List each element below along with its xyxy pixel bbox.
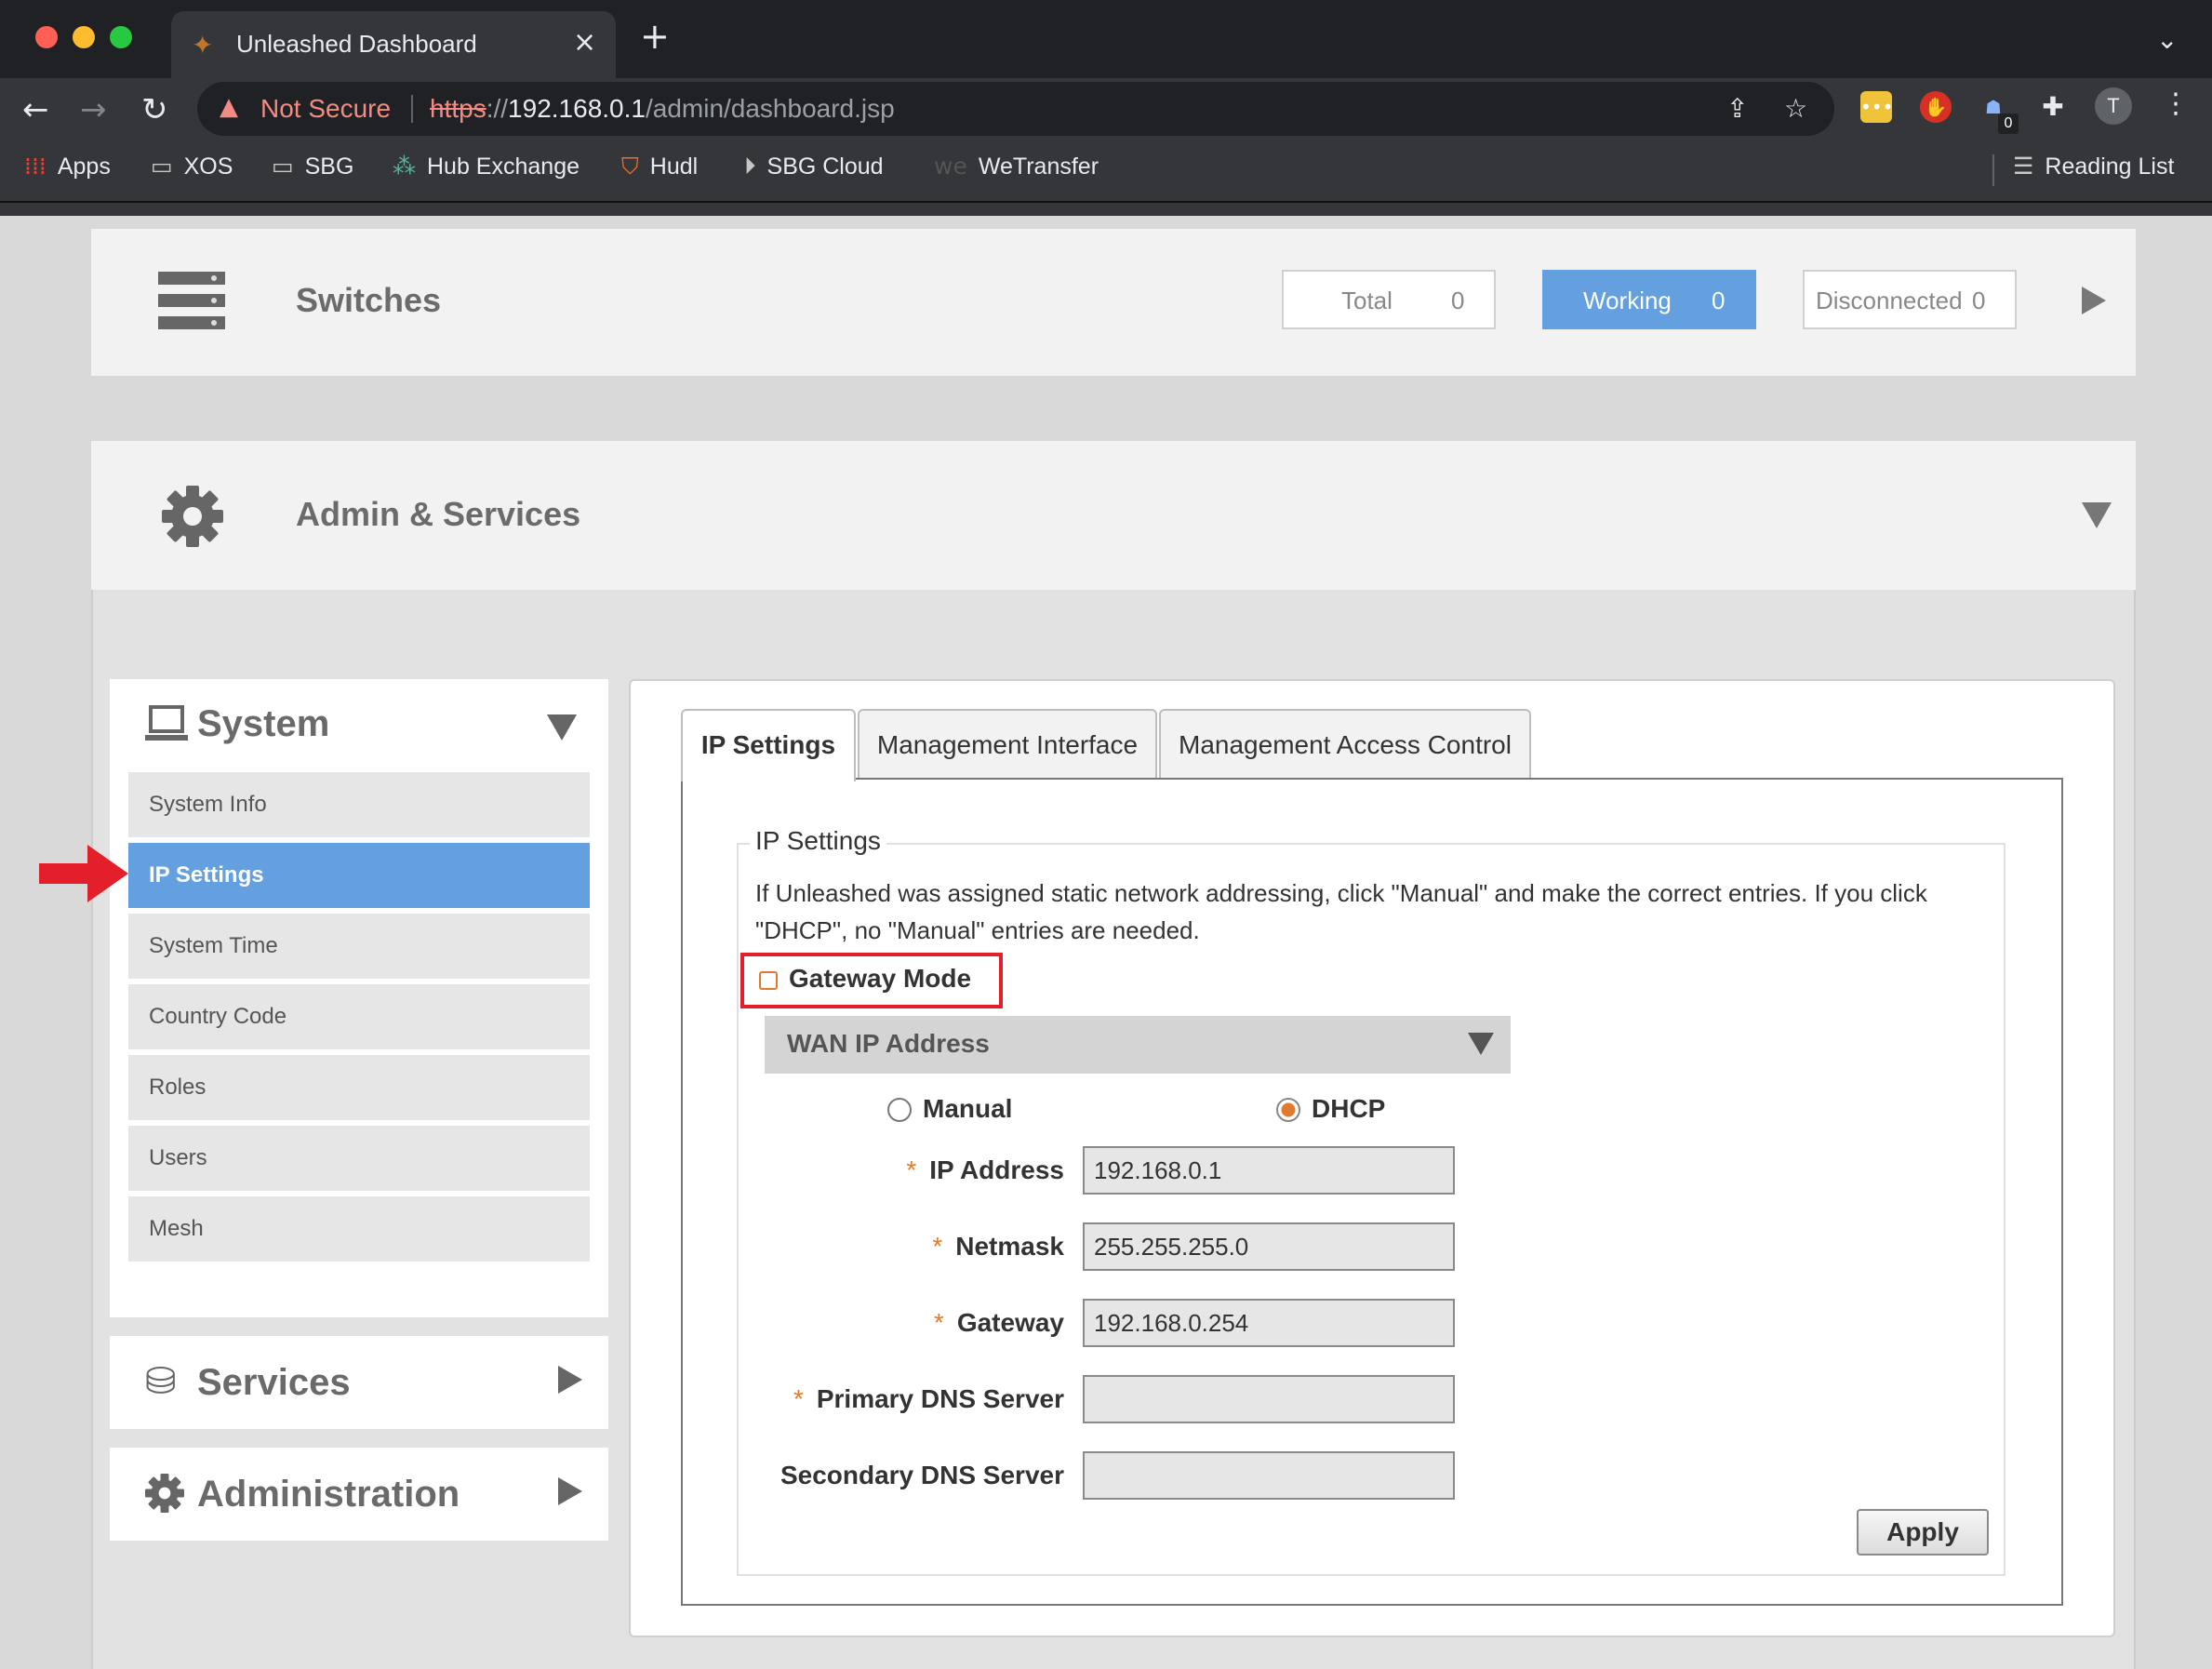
tab-ip-settings[interactable]: IP Settings: [681, 709, 856, 781]
new-tab-icon[interactable]: +: [640, 19, 670, 54]
browser-tab-active[interactable]: ✦ Unleashed Dashboard ×: [171, 11, 616, 78]
sidebar-item-roles[interactable]: Roles: [128, 1055, 590, 1120]
more-menu-icon[interactable]: ⋮: [2162, 87, 2190, 120]
reload-icon[interactable]: ↻: [141, 91, 168, 128]
netmask-label: * Netmask: [932, 1232, 1064, 1261]
working-stat[interactable]: Working 0: [1542, 270, 1756, 329]
hub-icon: ⁂: [393, 153, 416, 180]
gateway-label: * Gateway: [933, 1308, 1064, 1337]
dhcp-radio[interactable]: [1276, 1098, 1300, 1122]
tab-title: Unleashed Dashboard: [236, 30, 477, 58]
reading-list-button[interactable]: ☰ Reading List: [2013, 153, 2174, 180]
hudl-shield-icon: ⛉: [621, 153, 639, 180]
sidebar-item-system-time[interactable]: System Time: [128, 914, 590, 979]
total-stat[interactable]: Total 0: [1282, 270, 1496, 329]
switches-panel: Switches Total 0 Working 0 Disconnected …: [91, 229, 2136, 376]
ip-settings-description: If Unleashed was assigned static network…: [755, 879, 1927, 944]
maximize-window-button[interactable]: [110, 26, 132, 48]
collapse-down-icon[interactable]: [2082, 502, 2112, 528]
bookmark-hub-exchange[interactable]: ⁂ Hub Exchange: [393, 153, 580, 180]
adblock-hand-icon[interactable]: ✋: [1920, 91, 1952, 123]
forward-arrow-icon[interactable]: →: [80, 91, 107, 128]
gear-icon: [145, 1474, 184, 1513]
bookmark-apps[interactable]: ⁞⁞⁞ Apps: [24, 153, 111, 180]
dhcp-radio-label[interactable]: DHCP: [1312, 1094, 1385, 1124]
ip-address-label: * IP Address: [906, 1155, 1064, 1184]
minimize-window-button[interactable]: [73, 26, 95, 48]
divider: [0, 201, 2212, 203]
divider: [1992, 154, 1994, 186]
gateway-mode-label[interactable]: Gateway Mode: [789, 964, 971, 994]
services-header[interactable]: Services: [197, 1362, 351, 1404]
switch-stack-icon: [158, 272, 225, 329]
secondary-dns-label: Secondary DNS Server: [780, 1461, 1064, 1489]
manual-radio-label[interactable]: Manual: [923, 1094, 1012, 1124]
sidebar-item-mesh[interactable]: Mesh: [128, 1196, 590, 1262]
sidebar-item-ip-settings[interactable]: IP Settings: [128, 843, 590, 908]
ruckus-dog-icon: ✦: [192, 30, 214, 60]
gateway-mode-checkbox[interactable]: [759, 971, 778, 990]
reading-list-icon: ☰: [2013, 153, 2034, 180]
extension-badge: 0: [1998, 113, 2019, 134]
expand-right-icon[interactable]: [558, 1477, 582, 1505]
bookmark-hudl[interactable]: ⛉ Hudl: [621, 153, 698, 180]
expand-right-icon[interactable]: [2082, 287, 2106, 314]
admin-services-panel: Admin & Services: [91, 441, 2136, 590]
bookmark-wetransfer[interactable]: we WeTransfer: [934, 153, 1099, 180]
laptop-icon: [145, 705, 188, 741]
close-icon[interactable]: ×: [573, 26, 596, 59]
chevron-down-icon[interactable]: ⌄: [2156, 24, 2178, 55]
apps-grid-icon: ⁞⁞⁞: [24, 153, 47, 180]
folder-icon: ▭: [272, 153, 294, 180]
admin-services-title: Admin & Services: [296, 495, 581, 533]
puzzle-extensions-icon[interactable]: ✚: [2037, 91, 2069, 123]
tab-management-interface[interactable]: Management Interface: [858, 709, 1157, 780]
star-icon[interactable]: ☆: [1784, 93, 1807, 124]
play-circle-icon: ⏵: [744, 153, 756, 180]
collapse-down-icon[interactable]: [547, 714, 577, 741]
url-text[interactable]: https://192.168.0.1/admin/dashboard.jsp: [430, 94, 895, 124]
sidebar-item-system-info[interactable]: System Info: [128, 772, 590, 837]
wan-ip-title: WAN IP Address: [787, 1029, 990, 1058]
primary-dns-label: * Primary DNS Server: [793, 1384, 1064, 1413]
collapse-down-icon[interactable]: [1468, 1033, 1494, 1055]
divider: [411, 95, 413, 123]
services-section[interactable]: [110, 1336, 608, 1429]
netmask-input[interactable]: [1083, 1222, 1455, 1271]
share-icon[interactable]: ⇪: [1726, 93, 1748, 124]
gear-icon: [162, 486, 223, 547]
address-bar[interactable]: ▲ Not Secure https://192.168.0.1/admin/d…: [197, 82, 1834, 136]
switches-title: Switches: [296, 281, 442, 319]
disconnected-stat[interactable]: Disconnected 0: [1803, 270, 2017, 329]
bookmark-sbg[interactable]: ▭ SBG: [272, 153, 353, 180]
wetransfer-icon: we: [934, 153, 967, 180]
wan-ip-section-header[interactable]: WAN IP Address: [765, 1016, 1511, 1074]
tab-management-access-control[interactable]: Management Access Control: [1159, 709, 1531, 780]
warning-icon: ▲: [220, 93, 238, 121]
bookmark-sbg-cloud[interactable]: ⏵ SBG Cloud: [744, 153, 884, 180]
secondary-dns-input[interactable]: [1083, 1451, 1455, 1500]
gateway-input[interactable]: [1083, 1299, 1455, 1347]
expand-right-icon[interactable]: [558, 1366, 582, 1394]
sidebar-item-country-code[interactable]: Country Code: [128, 984, 590, 1049]
close-window-button[interactable]: [35, 26, 58, 48]
fieldset-legend: IP Settings: [750, 826, 886, 856]
browser-tab-strip: ✦ Unleashed Dashboard × + ⌄: [0, 0, 2212, 78]
bookmark-xos[interactable]: ▭ XOS: [151, 153, 233, 180]
manual-radio[interactable]: [887, 1098, 912, 1122]
services-globe-icon: ⛁: [145, 1360, 177, 1403]
system-header[interactable]: System: [197, 703, 329, 745]
apply-button[interactable]: Apply: [1857, 1509, 1989, 1556]
red-arrow-icon: [39, 845, 128, 902]
sidebar-item-users[interactable]: Users: [128, 1126, 590, 1191]
primary-dns-input[interactable]: [1083, 1375, 1455, 1423]
password-extension-icon[interactable]: •••: [1860, 91, 1893, 123]
not-secure-label[interactable]: Not Secure: [260, 94, 391, 124]
back-arrow-icon[interactable]: ←: [22, 91, 49, 128]
bookmarks-bar: ⁞⁞⁞ Apps ▭ XOS ▭ SBG ⁂ Hub Exchange ⛉ Hudl ⏵ S…: [0, 143, 2212, 201]
ip-address-input[interactable]: [1083, 1146, 1455, 1195]
administration-header[interactable]: Administration: [197, 1474, 460, 1515]
avatar[interactable]: T: [2095, 87, 2132, 125]
folder-icon: ▭: [151, 153, 173, 180]
